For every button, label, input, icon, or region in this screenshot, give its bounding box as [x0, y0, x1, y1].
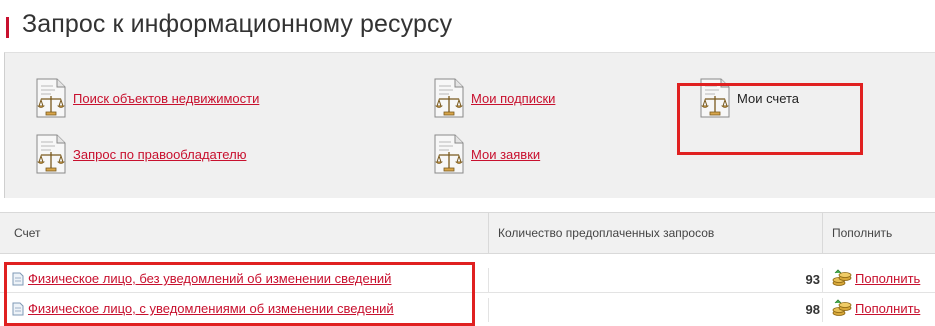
- coins-icon: [832, 269, 852, 286]
- topup-link[interactable]: Пополнить: [855, 271, 920, 286]
- prepaid-count: 93: [805, 272, 820, 287]
- highlight-my-accounts: [677, 83, 863, 155]
- topup-action[interactable]: Пополнить: [832, 269, 920, 287]
- column-divider: [822, 268, 823, 292]
- column-header-account: Счет: [14, 226, 41, 240]
- column-divider: [488, 298, 489, 322]
- coins-icon: [832, 299, 852, 316]
- link-my-applications[interactable]: Мои заявки: [431, 133, 540, 175]
- column-divider: [822, 213, 823, 253]
- page-title: Запрос к информационному ресурсу: [22, 10, 453, 38]
- link-my-subscriptions-label[interactable]: Мои подписки: [471, 91, 555, 106]
- topup-action[interactable]: Пополнить: [832, 299, 920, 317]
- prepaid-count: 98: [805, 302, 820, 317]
- top-strip: [0, 0, 935, 3]
- document-scales-icon: [36, 78, 66, 118]
- document-scales-icon: [36, 134, 66, 174]
- topup-link[interactable]: Пополнить: [855, 301, 920, 316]
- link-my-applications-label[interactable]: Мои заявки: [471, 147, 540, 162]
- column-divider: [488, 268, 489, 292]
- title-accent-bar: [6, 17, 9, 38]
- document-scales-icon: [434, 134, 464, 174]
- link-property-search[interactable]: Поиск объектов недвижимости: [33, 77, 259, 119]
- column-header-topup: Пополнить: [832, 226, 893, 240]
- column-divider: [822, 298, 823, 322]
- table-header: Счет Количество предоплаченных запросов …: [0, 212, 935, 254]
- link-property-search-label[interactable]: Поиск объектов недвижимости: [73, 91, 259, 106]
- title-bar: Запрос к информационному ресурсу: [0, 4, 935, 46]
- column-header-prepaid-count: Количество предоплаченных запросов: [498, 226, 715, 240]
- link-my-subscriptions[interactable]: Мои подписки: [431, 77, 555, 119]
- link-owner-request-label[interactable]: Запрос по правообладателю: [73, 147, 246, 162]
- column-divider: [488, 213, 489, 253]
- document-scales-icon: [434, 78, 464, 118]
- link-owner-request[interactable]: Запрос по правообладателю: [33, 133, 246, 175]
- highlight-account-rows: [4, 262, 475, 326]
